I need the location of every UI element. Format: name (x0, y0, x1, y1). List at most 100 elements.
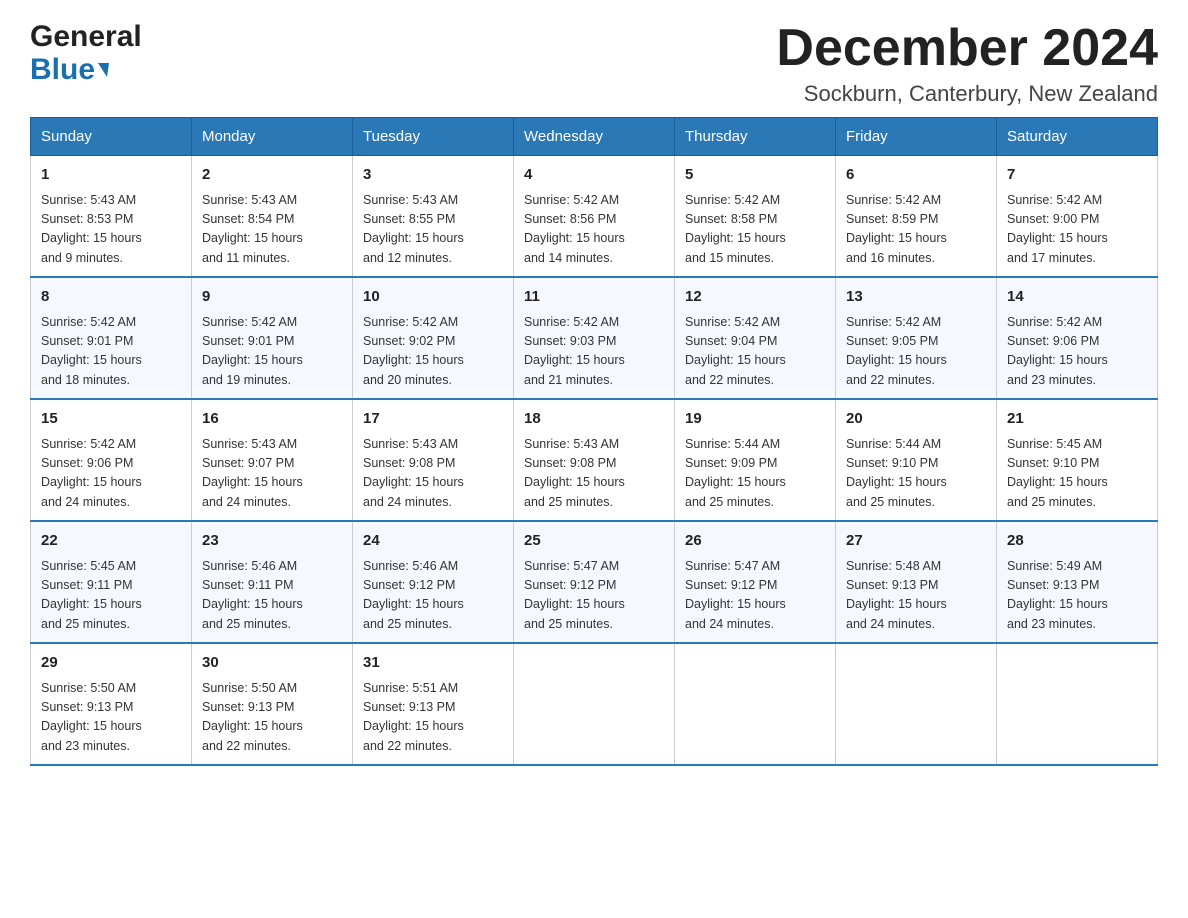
day-number: 16 (202, 408, 342, 431)
day-number: 6 (846, 164, 986, 187)
day-number: 28 (1007, 530, 1147, 553)
day-info: Sunrise: 5:42 AM Sunset: 9:01 PM Dayligh… (202, 313, 342, 391)
day-number: 10 (363, 286, 503, 309)
calendar-cell: 18 Sunrise: 5:43 AM Sunset: 9:08 PM Dayl… (514, 399, 675, 521)
day-info: Sunrise: 5:45 AM Sunset: 9:11 PM Dayligh… (41, 557, 181, 635)
calendar-cell: 11 Sunrise: 5:42 AM Sunset: 9:03 PM Dayl… (514, 277, 675, 399)
day-number: 14 (1007, 286, 1147, 309)
calendar-cell: 25 Sunrise: 5:47 AM Sunset: 9:12 PM Dayl… (514, 521, 675, 643)
calendar-week-5: 29 Sunrise: 5:50 AM Sunset: 9:13 PM Dayl… (31, 643, 1158, 765)
day-info: Sunrise: 5:42 AM Sunset: 9:02 PM Dayligh… (363, 313, 503, 391)
calendar-cell: 5 Sunrise: 5:42 AM Sunset: 8:58 PM Dayli… (675, 156, 836, 278)
day-number: 26 (685, 530, 825, 553)
calendar-cell: 23 Sunrise: 5:46 AM Sunset: 9:11 PM Dayl… (192, 521, 353, 643)
calendar-cell: 27 Sunrise: 5:48 AM Sunset: 9:13 PM Dayl… (836, 521, 997, 643)
day-number: 7 (1007, 164, 1147, 187)
day-number: 4 (524, 164, 664, 187)
day-info: Sunrise: 5:42 AM Sunset: 9:04 PM Dayligh… (685, 313, 825, 391)
calendar-cell (836, 643, 997, 765)
day-info: Sunrise: 5:45 AM Sunset: 9:10 PM Dayligh… (1007, 435, 1147, 513)
weekday-header-monday: Monday (192, 118, 353, 156)
day-number: 24 (363, 530, 503, 553)
day-info: Sunrise: 5:51 AM Sunset: 9:13 PM Dayligh… (363, 679, 503, 757)
day-info: Sunrise: 5:42 AM Sunset: 9:06 PM Dayligh… (41, 435, 181, 513)
day-info: Sunrise: 5:42 AM Sunset: 9:01 PM Dayligh… (41, 313, 181, 391)
calendar-cell: 30 Sunrise: 5:50 AM Sunset: 9:13 PM Dayl… (192, 643, 353, 765)
calendar-cell: 28 Sunrise: 5:49 AM Sunset: 9:13 PM Dayl… (997, 521, 1158, 643)
day-info: Sunrise: 5:42 AM Sunset: 9:06 PM Dayligh… (1007, 313, 1147, 391)
page-header: General Blue December 2024 Sockburn, Can… (30, 20, 1158, 107)
calendar-cell: 19 Sunrise: 5:44 AM Sunset: 9:09 PM Dayl… (675, 399, 836, 521)
calendar-cell (997, 643, 1158, 765)
calendar-cell (514, 643, 675, 765)
logo-general-text: General (30, 20, 142, 53)
day-number: 3 (363, 164, 503, 187)
calendar-cell: 3 Sunrise: 5:43 AM Sunset: 8:55 PM Dayli… (353, 156, 514, 278)
day-info: Sunrise: 5:42 AM Sunset: 9:05 PM Dayligh… (846, 313, 986, 391)
day-number: 9 (202, 286, 342, 309)
day-number: 8 (41, 286, 181, 309)
day-number: 29 (41, 652, 181, 675)
day-number: 27 (846, 530, 986, 553)
calendar-cell: 16 Sunrise: 5:43 AM Sunset: 9:07 PM Dayl… (192, 399, 353, 521)
weekday-header-sunday: Sunday (31, 118, 192, 156)
day-info: Sunrise: 5:46 AM Sunset: 9:12 PM Dayligh… (363, 557, 503, 635)
calendar-cell: 2 Sunrise: 5:43 AM Sunset: 8:54 PM Dayli… (192, 156, 353, 278)
day-info: Sunrise: 5:43 AM Sunset: 8:55 PM Dayligh… (363, 191, 503, 269)
day-info: Sunrise: 5:42 AM Sunset: 9:00 PM Dayligh… (1007, 191, 1147, 269)
logo-blue-text: Blue (30, 53, 142, 86)
logo: General Blue (30, 20, 142, 86)
logo-triangle-icon (98, 63, 109, 77)
day-number: 13 (846, 286, 986, 309)
weekday-header-thursday: Thursday (675, 118, 836, 156)
calendar-week-1: 1 Sunrise: 5:43 AM Sunset: 8:53 PM Dayli… (31, 156, 1158, 278)
calendar-cell: 13 Sunrise: 5:42 AM Sunset: 9:05 PM Dayl… (836, 277, 997, 399)
day-number: 12 (685, 286, 825, 309)
day-number: 20 (846, 408, 986, 431)
calendar-cell: 6 Sunrise: 5:42 AM Sunset: 8:59 PM Dayli… (836, 156, 997, 278)
day-info: Sunrise: 5:43 AM Sunset: 9:07 PM Dayligh… (202, 435, 342, 513)
calendar-cell: 26 Sunrise: 5:47 AM Sunset: 9:12 PM Dayl… (675, 521, 836, 643)
day-number: 11 (524, 286, 664, 309)
location-title: Sockburn, Canterbury, New Zealand (776, 81, 1158, 107)
day-number: 25 (524, 530, 664, 553)
day-info: Sunrise: 5:47 AM Sunset: 9:12 PM Dayligh… (524, 557, 664, 635)
day-number: 1 (41, 164, 181, 187)
day-number: 2 (202, 164, 342, 187)
calendar-cell: 1 Sunrise: 5:43 AM Sunset: 8:53 PM Dayli… (31, 156, 192, 278)
day-info: Sunrise: 5:43 AM Sunset: 9:08 PM Dayligh… (524, 435, 664, 513)
day-info: Sunrise: 5:46 AM Sunset: 9:11 PM Dayligh… (202, 557, 342, 635)
day-number: 5 (685, 164, 825, 187)
day-info: Sunrise: 5:44 AM Sunset: 9:09 PM Dayligh… (685, 435, 825, 513)
calendar-week-4: 22 Sunrise: 5:45 AM Sunset: 9:11 PM Dayl… (31, 521, 1158, 643)
day-number: 23 (202, 530, 342, 553)
weekday-header-saturday: Saturday (997, 118, 1158, 156)
calendar-cell: 17 Sunrise: 5:43 AM Sunset: 9:08 PM Dayl… (353, 399, 514, 521)
day-info: Sunrise: 5:50 AM Sunset: 9:13 PM Dayligh… (202, 679, 342, 757)
calendar-cell: 24 Sunrise: 5:46 AM Sunset: 9:12 PM Dayl… (353, 521, 514, 643)
day-info: Sunrise: 5:43 AM Sunset: 8:53 PM Dayligh… (41, 191, 181, 269)
calendar-cell: 29 Sunrise: 5:50 AM Sunset: 9:13 PM Dayl… (31, 643, 192, 765)
calendar-cell: 8 Sunrise: 5:42 AM Sunset: 9:01 PM Dayli… (31, 277, 192, 399)
day-number: 21 (1007, 408, 1147, 431)
calendar-cell: 31 Sunrise: 5:51 AM Sunset: 9:13 PM Dayl… (353, 643, 514, 765)
calendar-table: SundayMondayTuesdayWednesdayThursdayFrid… (30, 117, 1158, 766)
day-info: Sunrise: 5:50 AM Sunset: 9:13 PM Dayligh… (41, 679, 181, 757)
weekday-header-tuesday: Tuesday (353, 118, 514, 156)
day-info: Sunrise: 5:47 AM Sunset: 9:12 PM Dayligh… (685, 557, 825, 635)
day-info: Sunrise: 5:42 AM Sunset: 9:03 PM Dayligh… (524, 313, 664, 391)
day-number: 18 (524, 408, 664, 431)
day-number: 22 (41, 530, 181, 553)
calendar-cell: 10 Sunrise: 5:42 AM Sunset: 9:02 PM Dayl… (353, 277, 514, 399)
day-info: Sunrise: 5:49 AM Sunset: 9:13 PM Dayligh… (1007, 557, 1147, 635)
calendar-week-2: 8 Sunrise: 5:42 AM Sunset: 9:01 PM Dayli… (31, 277, 1158, 399)
day-info: Sunrise: 5:44 AM Sunset: 9:10 PM Dayligh… (846, 435, 986, 513)
calendar-cell: 14 Sunrise: 5:42 AM Sunset: 9:06 PM Dayl… (997, 277, 1158, 399)
calendar-cell: 22 Sunrise: 5:45 AM Sunset: 9:11 PM Dayl… (31, 521, 192, 643)
day-info: Sunrise: 5:42 AM Sunset: 8:58 PM Dayligh… (685, 191, 825, 269)
calendar-header-row: SundayMondayTuesdayWednesdayThursdayFrid… (31, 118, 1158, 156)
title-block: December 2024 Sockburn, Canterbury, New … (776, 20, 1158, 107)
calendar-cell: 12 Sunrise: 5:42 AM Sunset: 9:04 PM Dayl… (675, 277, 836, 399)
calendar-cell: 21 Sunrise: 5:45 AM Sunset: 9:10 PM Dayl… (997, 399, 1158, 521)
day-info: Sunrise: 5:43 AM Sunset: 8:54 PM Dayligh… (202, 191, 342, 269)
